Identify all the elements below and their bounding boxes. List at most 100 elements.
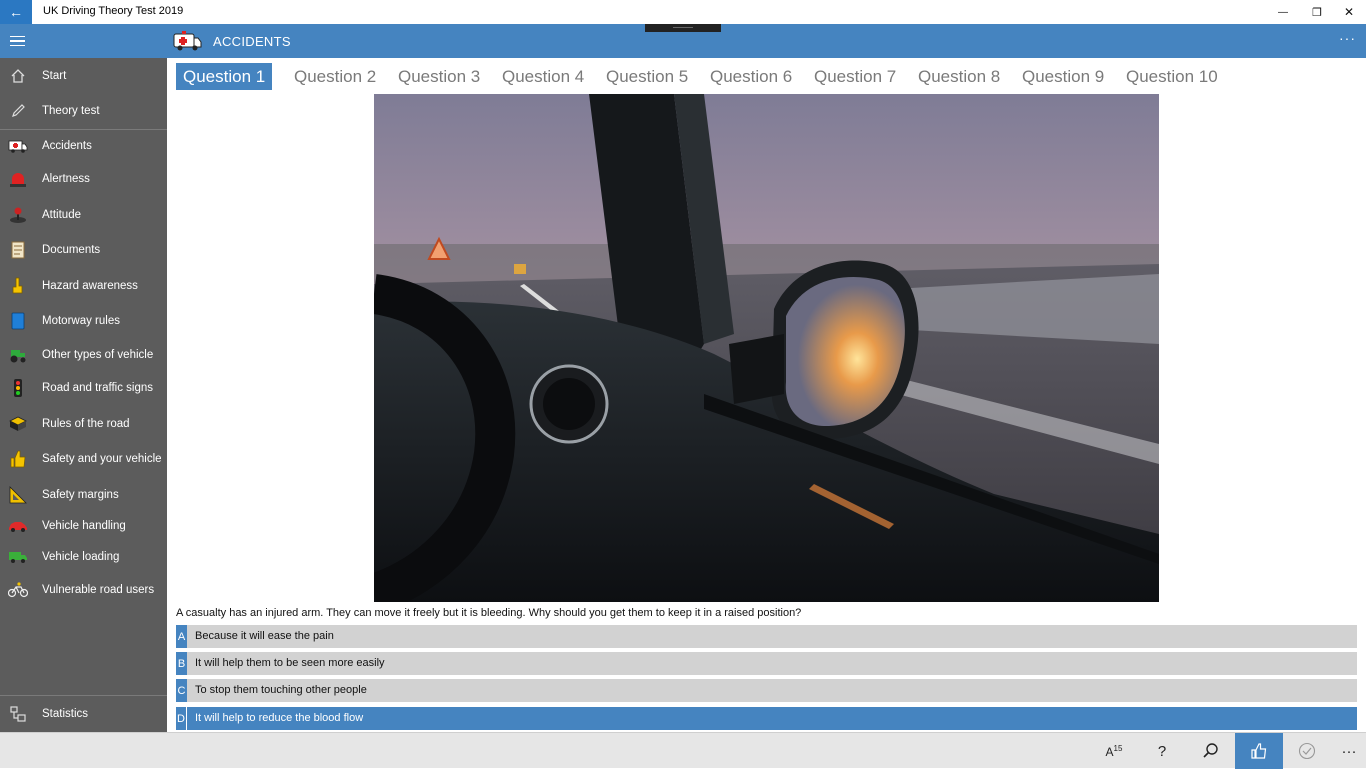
more-options-button[interactable]: ··· [1339, 30, 1356, 46]
tab-question-3[interactable]: Question 3 [398, 63, 480, 90]
sidebar-item-label: Safety margins [42, 489, 119, 501]
sidebar: Start Theory test Accidents Alertness At… [0, 58, 167, 732]
more-options-button[interactable]: ··· [1325, 733, 1366, 769]
like-button[interactable] [1235, 733, 1283, 769]
question-text: A casualty has an injured arm. They can … [176, 607, 802, 619]
scroll-icon [8, 240, 28, 260]
answer-letter: D [176, 707, 187, 730]
answer-letter: A [176, 625, 187, 648]
pencil-icon [8, 101, 28, 121]
tab-question-2[interactable]: Question 2 [294, 63, 376, 90]
sidebar-item-label: Attitude [42, 209, 81, 221]
sidebar-item-road-and-traffic-signs[interactable]: Road and traffic signs [0, 372, 167, 404]
sidebar-item-label: Start [42, 70, 67, 82]
bicycle-icon [8, 580, 28, 600]
sidebar-item-theory-test[interactable]: Theory test [0, 95, 167, 127]
answer-text: Because it will ease the pain [195, 630, 334, 642]
help-icon: ? [1157, 742, 1167, 760]
sidebar-item-safety-margins[interactable]: Safety margins [0, 479, 167, 511]
answer-letter: B [176, 652, 187, 675]
thumbs-up-icon [1251, 743, 1267, 759]
hamburger-menu-button[interactable] [0, 24, 34, 58]
hand-icon [8, 276, 28, 296]
sidebar-item-other-types-of-vehicle[interactable]: Other types of vehicle [0, 339, 167, 371]
triangle-ruler-icon [8, 485, 28, 505]
submit-answer-button[interactable] [1283, 733, 1331, 769]
sidebar-item-label: Theory test [42, 105, 100, 117]
sidebar-item-label: Road and traffic signs [42, 382, 154, 394]
ambulance-icon [173, 31, 202, 51]
sidebar-item-label: Statistics [42, 708, 89, 720]
sidebar-item-label: Alertness [42, 173, 90, 185]
tab-question-9[interactable]: Question 9 [1022, 63, 1104, 90]
answer-option-c[interactable]: C To stop them touching other people [176, 679, 1357, 702]
back-arrow-icon: ← [9, 4, 23, 20]
help-button[interactable]: ? [1138, 733, 1186, 769]
sidebar-item-vehicle-handling[interactable]: Vehicle handling [0, 510, 167, 542]
sidebar-item-attitude[interactable]: Attitude [0, 199, 167, 231]
car-icon [8, 516, 28, 536]
sidebar-item-label: Rules of the road [42, 418, 130, 430]
tab-question-10[interactable]: Question 10 [1126, 63, 1218, 90]
page-title: ACCIDENTS [213, 34, 291, 49]
sidebar-item-vulnerable-road-users[interactable]: Vulnerable road users [0, 574, 167, 606]
sidebar-item-label: Vulnerable road users [42, 584, 155, 596]
statistics-icon [8, 704, 28, 724]
tab-question-5[interactable]: Question 5 [606, 63, 688, 90]
answer-text: It will help them to be seen more easily [195, 657, 385, 669]
question-image [374, 94, 1159, 602]
tab-question-1[interactable]: Question 1 [176, 63, 273, 90]
sidebar-item-label: Vehicle handling [42, 520, 126, 532]
sidebar-item-label: Motorway rules [42, 315, 120, 327]
search-button[interactable] [1187, 733, 1235, 769]
sidebar-item-start[interactable]: Start [0, 60, 167, 92]
sidebar-item-alertness[interactable]: Alertness [0, 163, 167, 195]
book-icon [8, 311, 28, 331]
sidebar-item-vehicle-loading[interactable]: Vehicle loading [0, 541, 167, 573]
home-icon [8, 66, 28, 86]
tractor-icon [8, 345, 28, 365]
close-icon: ✕ [1343, 5, 1355, 19]
sidebar-item-statistics[interactable]: Statistics [0, 698, 167, 730]
sidebar-item-hazard-awareness[interactable]: Hazard awareness [0, 270, 167, 302]
sidebar-item-label: Other types of vehicle [42, 349, 154, 361]
ambulance-icon [8, 136, 28, 156]
truck-icon [8, 547, 28, 567]
sidebar-item-label: Safety and your vehicle [42, 453, 162, 465]
bottom-app-bar: A15 ? ··· [0, 732, 1366, 769]
thumbs-up-icon [8, 449, 28, 469]
minimize-icon: — [1278, 6, 1288, 18]
answer-text: It will help to reduce the blood flow [195, 712, 364, 724]
tab-question-8[interactable]: Question 8 [918, 63, 1000, 90]
sidebar-item-label: Documents [42, 244, 101, 256]
tab-question-6[interactable]: Question 6 [710, 63, 792, 90]
window-title: UK Driving Theory Test 2019 [43, 5, 184, 17]
more-icon: ··· [1341, 742, 1357, 760]
sidebar-item-label: Vehicle loading [42, 551, 120, 563]
sidebar-divider [0, 695, 167, 696]
sidebar-item-rules-of-the-road[interactable]: Rules of the road [0, 408, 167, 440]
sidebar-item-documents[interactable]: Documents [0, 234, 167, 266]
siren-icon [8, 169, 28, 189]
sidebar-item-accidents[interactable]: Accidents [0, 130, 167, 162]
sidebar-item-safety-and-your-vehicle[interactable]: Safety and your vehicle [0, 443, 167, 475]
package-icon [8, 414, 28, 434]
title-bar: ← UK Driving Theory Test 2019 — ❐ ✕ [0, 0, 1366, 24]
answer-text: To stop them touching other people [195, 684, 367, 696]
answer-option-b[interactable]: B It will help them to be seen more easi… [176, 652, 1357, 675]
font-size-icon: A15 [1105, 743, 1123, 759]
font-size-button[interactable]: A15 [1090, 733, 1138, 769]
back-button[interactable]: ← [0, 0, 32, 24]
search-icon [1203, 743, 1218, 758]
tab-question-4[interactable]: Question 4 [502, 63, 584, 90]
tab-question-7[interactable]: Question 7 [814, 63, 896, 90]
sidebar-item-label: Accidents [42, 140, 92, 152]
sidebar-item-motorway-rules[interactable]: Motorway rules [0, 305, 167, 337]
answer-letter: C [176, 679, 187, 702]
check-circle-icon [1298, 742, 1316, 760]
answer-option-d[interactable]: D It will help to reduce the blood flow [176, 707, 1357, 730]
close-button[interactable]: ✕ [1326, 0, 1366, 24]
sidebar-item-label: Hazard awareness [42, 280, 138, 292]
answer-option-a[interactable]: A Because it will ease the pain [176, 625, 1357, 648]
drag-handle[interactable] [645, 24, 721, 32]
